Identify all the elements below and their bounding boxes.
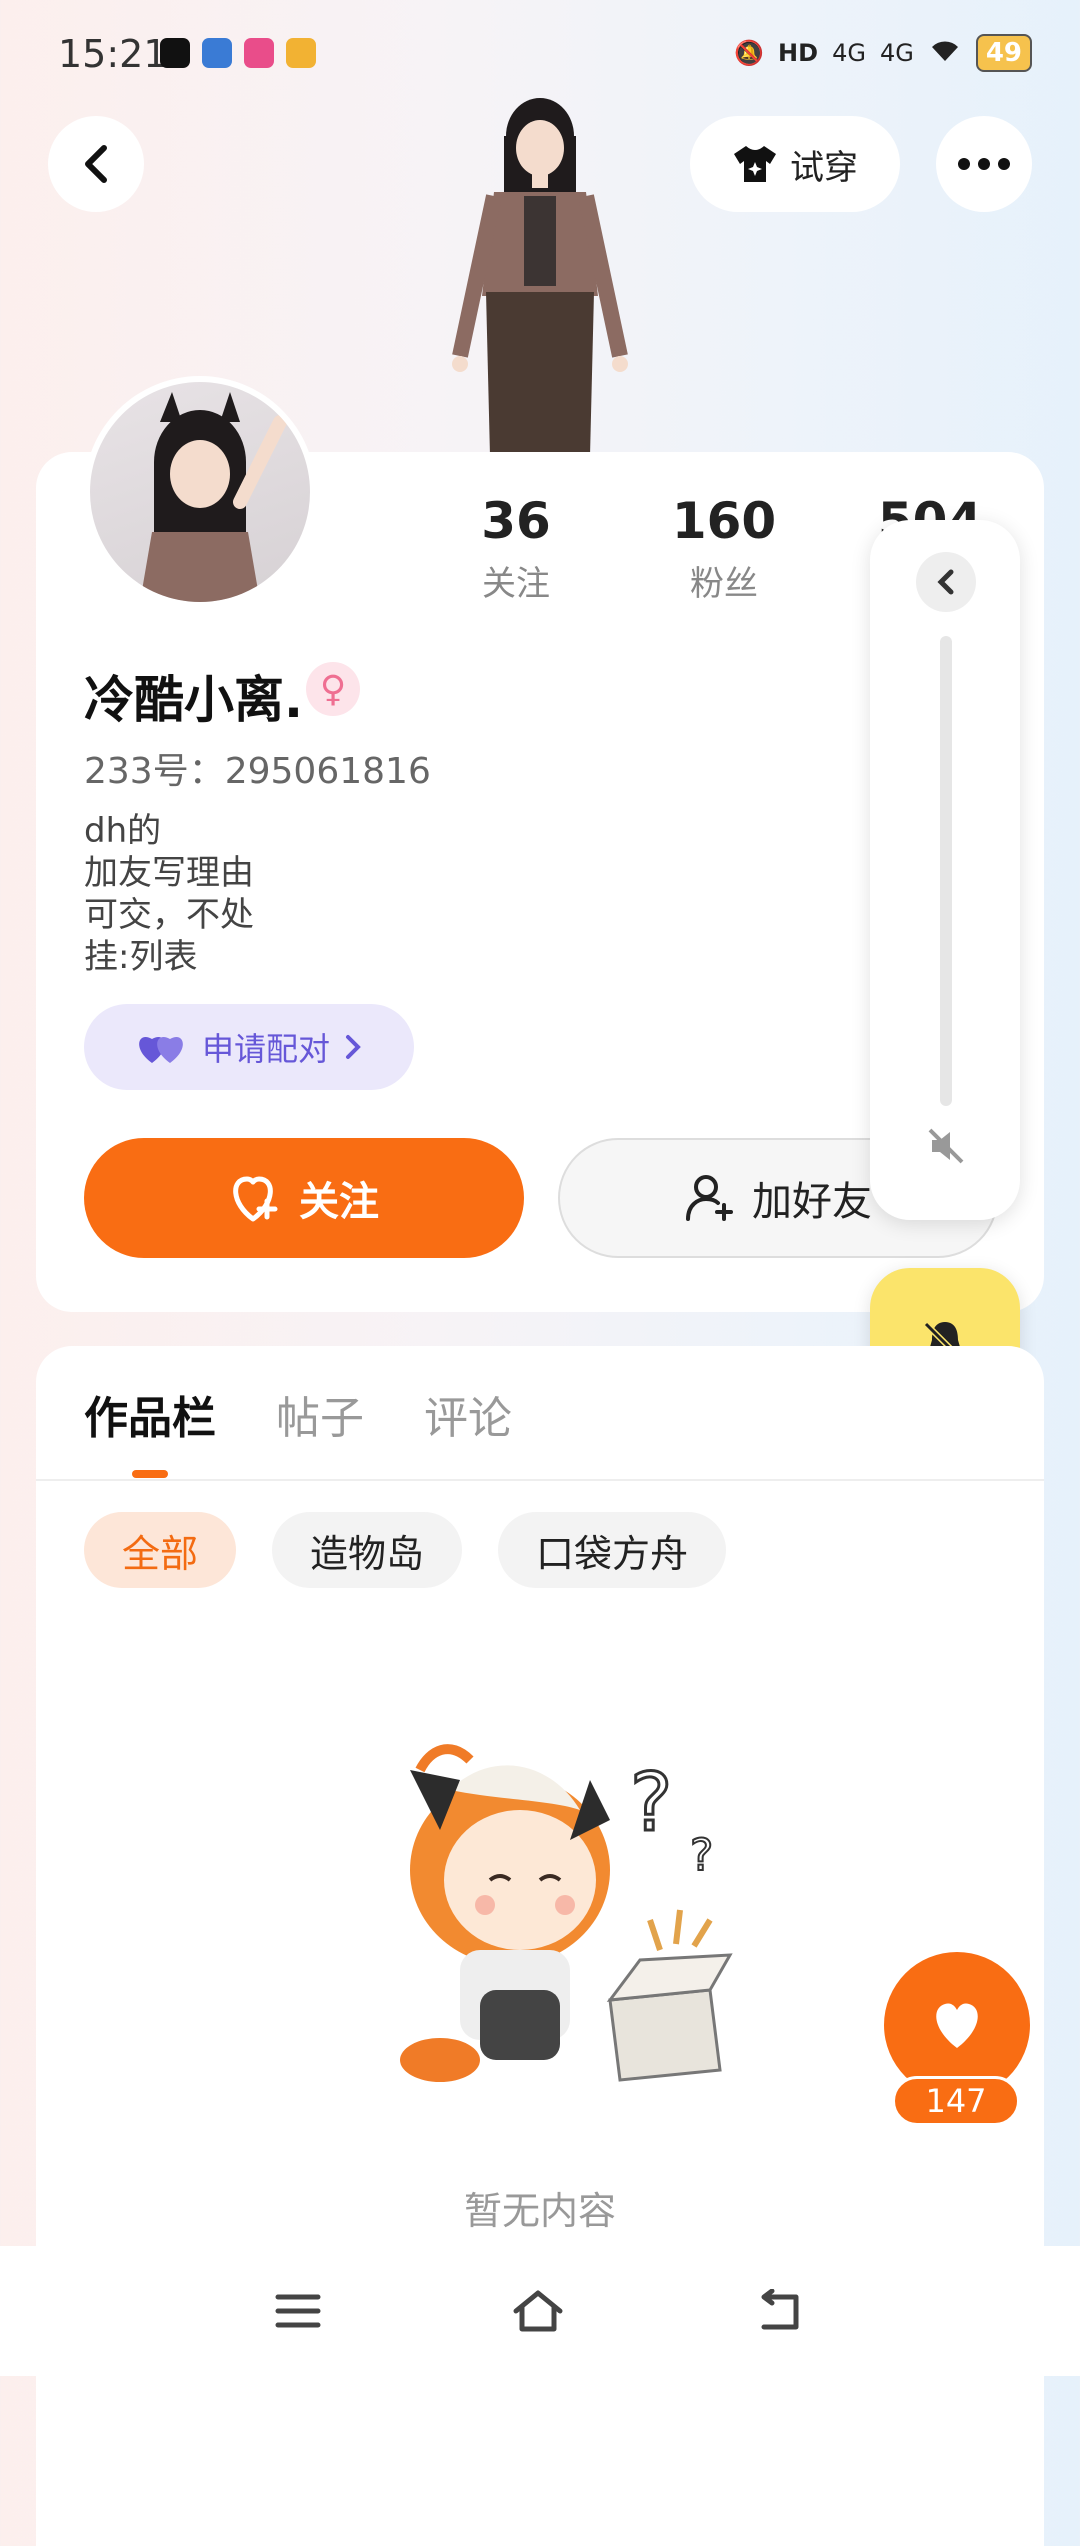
more-options-button[interactable] (936, 116, 1032, 212)
collapse-button[interactable] (916, 552, 976, 612)
tab-posts[interactable]: 帖子 (276, 1382, 364, 1446)
tab-comments[interactable]: 评论 (424, 1382, 512, 1446)
double-heart-icon (139, 1037, 183, 1063)
add-user-icon (686, 1175, 733, 1221)
heart-plus-icon (233, 1176, 278, 1222)
bio-line: 可交，不处 (84, 895, 254, 935)
username: 冷酷小离. (84, 671, 303, 729)
svg-text:?: ? (690, 1830, 713, 1881)
stat-followers[interactable]: 160 粉丝 (644, 492, 804, 605)
following-label: 关注 (482, 564, 550, 604)
bio-line: dh的 (84, 811, 162, 851)
hd-badge: HD (778, 39, 819, 67)
mute-icon: 🔕 (734, 39, 765, 67)
more-icon (958, 158, 1010, 170)
divider (36, 1479, 1044, 1481)
heart-icon (936, 2003, 978, 2048)
filter-chips: 全部 造物岛 口袋方舟 (84, 1512, 727, 1588)
follow-button[interactable]: 关注 (84, 1138, 524, 1258)
back-arrow-icon (85, 145, 107, 183)
content-tabs: 作品栏 帖子 评论 (84, 1382, 512, 1446)
battery-indicator: 49 (975, 34, 1032, 72)
apply-pairing-button[interactable]: 申请配对 (84, 1004, 414, 1090)
weibo-icon (286, 38, 316, 68)
avatar[interactable] (84, 376, 316, 608)
bio-line: 加友写理由 (84, 853, 254, 893)
tab-works[interactable]: 作品栏 (84, 1382, 216, 1446)
empty-state-text: 暂无内容 (463, 2189, 616, 2233)
avatar-figure (420, 96, 660, 456)
try-on-label: 试穿 (790, 147, 858, 188)
volume-slider[interactable] (940, 636, 952, 1106)
chevron-right-icon (346, 1035, 361, 1059)
follow-label: 关注 (299, 1179, 379, 1225)
followers-count: 160 (671, 492, 777, 550)
stat-following[interactable]: 36 关注 (436, 492, 596, 605)
status-time: 15:21 (58, 32, 168, 76)
chevron-left-icon (937, 569, 954, 595)
filter-creation-island[interactable]: 造物岛 (272, 1512, 463, 1588)
bio: dh的 加友写理由 可交，不处 挂:列表 (84, 810, 254, 978)
signal-label: 4G (832, 39, 866, 67)
notification-icons (160, 38, 316, 68)
pairing-label: 申请配对 (201, 1030, 330, 1068)
status-indicators: 🔕 HD 4G 4G 49 (734, 34, 1032, 72)
gender-female-icon: ♀ (306, 662, 360, 716)
svg-text:?: ? (630, 1756, 672, 1849)
followers-label: 粉丝 (690, 564, 758, 604)
signal-label: 4G (879, 39, 914, 67)
following-count: 36 (481, 492, 551, 550)
home-icon[interactable] (510, 2287, 566, 2335)
user-id[interactable]: 233号：295061816 (84, 742, 431, 794)
back-nav-icon[interactable] (754, 2289, 806, 2333)
menu-icon[interactable] (274, 2291, 322, 2331)
system-navigation-bar (0, 2246, 1080, 2376)
filter-all[interactable]: 全部 (84, 1512, 237, 1588)
like-count: 147 (892, 2076, 1020, 2126)
try-on-button[interactable]: 试穿 (690, 116, 900, 212)
filter-pocket-ark[interactable]: 口袋方舟 (498, 1512, 727, 1588)
wifi-icon (928, 37, 962, 69)
empty-state-illustration: ? ? (350, 1720, 770, 2120)
app-notification-icon (160, 38, 190, 68)
speaker-muted-icon[interactable] (918, 1118, 974, 1174)
app-notification-icon (202, 38, 232, 68)
app-notification-icon (244, 38, 274, 68)
back-button[interactable] (48, 116, 144, 212)
volume-panel (870, 520, 1020, 1220)
active-tab-indicator (132, 1470, 168, 1478)
bio-line: 挂:列表 (84, 937, 198, 977)
add-friend-label: 加好友 (752, 1179, 872, 1225)
tshirt-icon (734, 146, 776, 182)
